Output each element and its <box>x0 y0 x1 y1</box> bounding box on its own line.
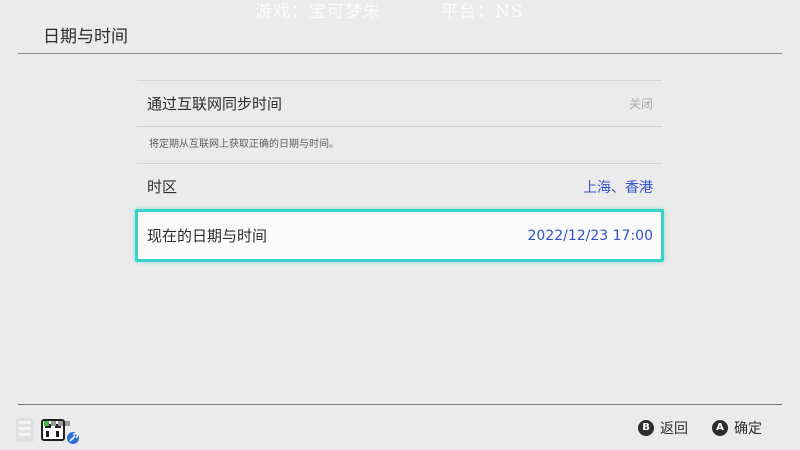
header-divider <box>18 53 782 54</box>
player-led-icon <box>58 421 63 426</box>
player-indicator <box>44 411 72 430</box>
timezone-row[interactable]: 时区 上海、香港 <box>137 164 662 209</box>
b-button-icon: B <box>638 420 654 436</box>
settings-screen: 游戏：宝可梦朱 平台：NS 日期与时间 通过互联网同步时间 关闭 将定期从互联网上… <box>0 0 800 450</box>
watermark-game: 游戏：宝可梦朱 <box>255 2 381 22</box>
timezone-value: 上海、香港 <box>583 179 653 196</box>
sync-description: 将定期从互联网上获取正确的日期与时间。 <box>149 139 339 150</box>
current-date-time-label: 现在的日期与时间 <box>147 227 268 245</box>
footer-divider <box>18 404 782 405</box>
current-date-time-row[interactable]: 现在的日期与时间 2022/12/23 17:00 <box>135 209 664 262</box>
sync-internet-time-value: 关闭 <box>628 97 653 111</box>
sync-internet-time-label: 通过互联网同步时间 <box>147 95 283 113</box>
controller-status <box>14 408 84 448</box>
watermark-platform: 平台：NS <box>441 2 524 22</box>
current-date-time-value: 2022/12/23 17:00 <box>527 227 654 244</box>
button-hints: B 返回 A 确定 <box>614 418 762 438</box>
player-led-icon <box>65 421 70 426</box>
back-button[interactable]: B 返回 <box>638 418 688 438</box>
page-title: 日期与时间 <box>43 27 128 47</box>
player-led-icon <box>51 421 56 426</box>
sync-internet-time-row[interactable]: 通过互联网同步时间 关闭 <box>137 81 662 126</box>
settings-list: 通过互联网同步时间 关闭 将定期从互联网上获取正确的日期与时间。 时区 上海、香… <box>135 80 664 262</box>
player-led-icon <box>44 421 49 426</box>
a-button-icon: A <box>712 420 728 436</box>
confirm-label: 确定 <box>734 421 762 437</box>
watermark: 游戏：宝可梦朱 平台：NS <box>255 0 524 24</box>
timezone-label: 时区 <box>147 178 178 196</box>
confirm-button[interactable]: A 确定 <box>712 418 762 438</box>
back-label: 返回 <box>660 421 688 437</box>
